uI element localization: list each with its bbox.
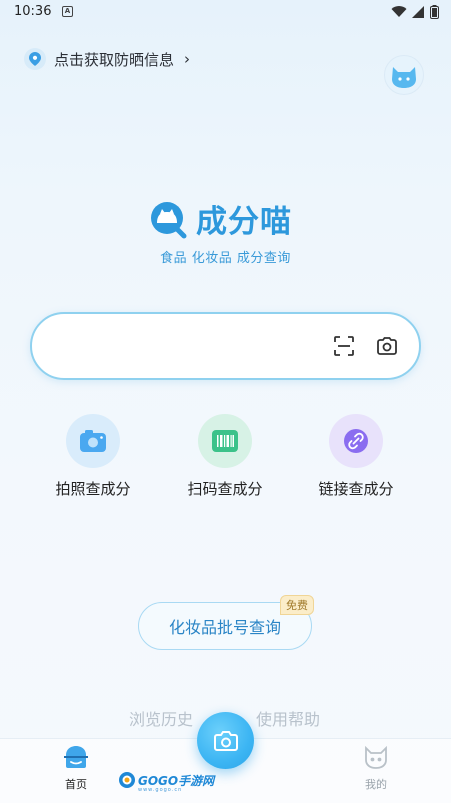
help-link[interactable]: 使用帮助 <box>256 706 320 730</box>
watermark-brand: GOGO手游网 <box>138 773 215 788</box>
link-icon <box>344 429 368 453</box>
photo-check-label: 拍照查成分 <box>55 480 131 498</box>
link-check-label: 链接查成分 <box>318 480 394 498</box>
camera-icon <box>377 337 397 355</box>
location-pin-icon <box>24 48 46 70</box>
scan-check-icon-circle <box>198 414 252 468</box>
link-check-icon-circle <box>329 414 383 468</box>
photo-check-button[interactable]: 拍照查成分 <box>38 414 148 499</box>
brand-logo: 成分喵 <box>148 196 292 241</box>
sunscreen-info-label: 点击获取防晒信息 <box>54 50 175 69</box>
home-icon <box>64 746 88 768</box>
barcode-icon <box>212 430 238 452</box>
wifi-icon <box>391 6 407 18</box>
status-icons <box>391 5 439 19</box>
gogo-logo-icon <box>119 772 135 788</box>
scan-check-label: 扫码查成分 <box>187 480 263 498</box>
brand-tagline: 食品 化妆品 成分查询 <box>160 251 291 266</box>
chevron-right-icon: › <box>184 50 191 68</box>
scan-button[interactable] <box>330 332 358 360</box>
nav-mine-label: 我的 <box>365 778 387 791</box>
scan-check-button[interactable]: 扫码查成分 <box>170 414 280 499</box>
watermark-url: www.gogo.cn <box>138 787 183 793</box>
camera-search-button[interactable] <box>373 332 401 360</box>
battery-icon <box>430 5 439 19</box>
nav-mine[interactable]: 我的 <box>356 745 396 792</box>
status-time: 10:36 <box>14 4 52 19</box>
cat-profile-icon <box>365 745 387 769</box>
sunscreen-info-link[interactable]: 点击获取防晒信息 › <box>24 48 190 70</box>
batch-number-query-label: 化妆品批号查询 <box>168 618 281 637</box>
signal-icon <box>412 6 424 18</box>
free-badge: 免费 <box>280 595 314 615</box>
avatar[interactable] <box>384 55 424 95</box>
status-bar: 10:36 A <box>0 0 451 26</box>
nav-home[interactable]: 首页 <box>56 745 96 792</box>
camera-icon <box>80 430 106 452</box>
cat-avatar-icon <box>392 67 416 88</box>
notification-icon: A <box>62 6 73 17</box>
search-input[interactable] <box>30 312 421 380</box>
brand-logo-icon <box>151 201 187 238</box>
browse-history-link[interactable]: 浏览历史 <box>129 706 193 730</box>
brand-name: 成分喵 <box>196 204 292 240</box>
photo-check-icon-circle <box>66 414 120 468</box>
scan-icon <box>334 336 354 356</box>
nav-home-label: 首页 <box>65 778 87 791</box>
camera-fab-button[interactable] <box>197 712 254 769</box>
camera-icon <box>213 730 238 751</box>
link-check-button[interactable]: 链接查成分 <box>301 414 411 499</box>
